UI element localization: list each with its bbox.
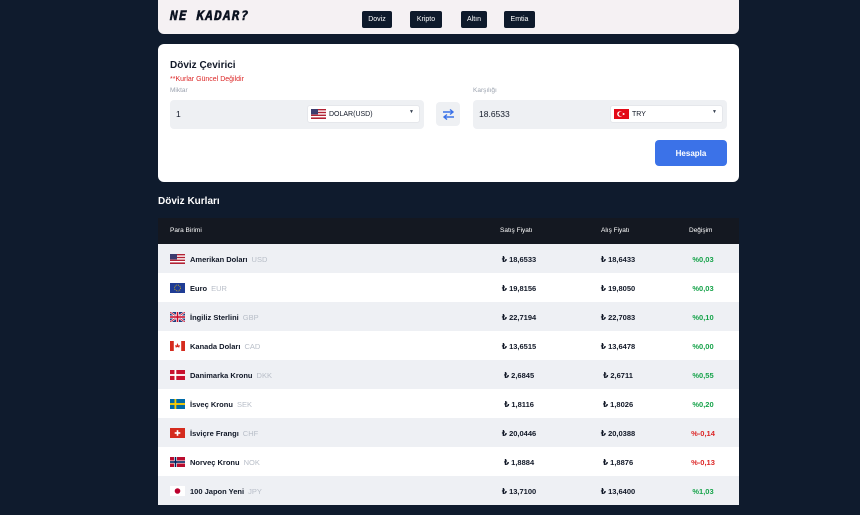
table-row[interactable]: Kanada Doları CAD ₺ 13,6515 ₺ 13,6478 %0,00 [158,331,739,360]
col-currency-header: Para Birimi [170,227,202,234]
currency-code: DKK [256,371,272,380]
from-currency-select[interactable]: DOLAR(USD) ▼ [307,105,420,123]
sell-price: ₺ 13,6515 [501,342,537,351]
currency-name: İngiliz Sterlini GBP [190,313,259,322]
sell-price: ₺ 22,7194 [501,313,537,322]
currency-name: İsveç Kronu SEK [190,400,252,409]
table-row[interactable]: Norveç Kronu NOK ₺ 1,8884 ₺ 1,8876 %-0,13 [158,447,739,476]
buy-price: ₺ 19,8050 [600,284,636,293]
change-percent: %0,03 [692,255,714,264]
chevron-down-icon: ▼ [409,109,414,115]
buy-price: ₺ 13,6478 [600,342,636,351]
change-percent: %0,00 [692,342,714,351]
result-field[interactable]: 18.6533 TRY ▼ [473,100,727,129]
nav-doviz-button[interactable]: Doviz [362,11,392,28]
amount-field[interactable]: 1 DOLAR(USD) ▼ [170,100,424,129]
rates-outdated-warning: **Kurlar Güncel Değildir [170,76,244,83]
col-change-header: Değişim [689,227,713,234]
jp-flag-icon [170,486,185,496]
currency-code: CHF [242,429,259,438]
top-navbar: NE KADAR? Doviz Kripto Altın Emtia [158,0,739,34]
nav-emtia-button[interactable]: Emtia [504,11,535,28]
buy-price: ₺ 20,0388 [600,429,636,438]
rates-table: Para Birimi Satış Fiyatı Alış Fiyatı Değ… [158,218,739,515]
buy-price: ₺ 13,6400 [600,487,636,496]
change-percent: %-0,14 [691,429,715,438]
currency-code: GBP [242,313,259,322]
eu-flag-icon [170,283,185,293]
calculate-button[interactable]: Hesapla [655,140,727,166]
currency-code: NOK [243,458,260,467]
currency-code: JPY [248,487,262,496]
currency-name: İsviçre Frangı CHF [190,429,259,438]
us-flag-icon [311,109,326,119]
sell-price: ₺ 1,8116 [504,400,534,409]
table-row[interactable]: İngiliz Sterlini GBP ₺ 22,7194 ₺ 22,7083 %0,… [158,302,739,331]
nav-altin-button[interactable]: Altın [461,11,487,28]
currency-name: Norveç Kronu NOK [190,458,260,467]
change-percent: %0,55 [692,371,714,380]
dk-flag-icon [170,370,185,380]
table-row[interactable]: Amerikan Doları USD ₺ 18,6533 ₺ 18,6433 %0,0… [158,244,739,273]
table-header: Para Birimi Satış Fiyatı Alış Fiyatı Değ… [158,218,739,244]
sell-price: ₺ 13,7100 [501,487,537,496]
amount-value[interactable]: 1 [176,109,181,119]
currency-name: Euro EUR [190,284,227,293]
currency-code: USD [251,255,268,264]
currency-name: 100 Japon Yeni JPY [190,487,262,496]
se-flag-icon [170,399,185,409]
uk-flag-icon [170,312,185,322]
chevron-down-icon: ▼ [712,109,717,115]
nav-kripto-button[interactable]: Kripto [410,11,442,28]
buy-price: ₺ 18,6433 [600,255,636,264]
buy-price: ₺ 1,8876 [602,458,634,467]
table-row[interactable]: Danimarka Kronu DKK ₺ 2,6845 ₺ 2,6711 %0,55 [158,360,739,389]
change-percent: %0,10 [692,313,714,322]
swap-currencies-button[interactable] [436,102,460,126]
ca-flag-icon [170,341,185,351]
table-row[interactable]: 100 Japon Yeni JPY ₺ 13,7100 ₺ 13,6400 %1,03 [158,476,739,505]
change-percent: %0,20 [692,400,714,409]
table-row[interactable]: İsviçre Frangı CHF ₺ 20,0446 ₺ 20,0388 %-0,1… [158,418,739,447]
col-sell-header: Satış Fiyatı [500,227,533,234]
amount-label: Miktar [170,87,188,94]
sell-price: ₺ 2,6845 [503,371,535,380]
result-value: 18.6533 [479,109,510,119]
to-currency-label: TRY [632,110,646,118]
converter-title: Döviz Çevirici [170,60,236,71]
currency-code: EUR [211,284,227,293]
currency-code: CAD [244,342,261,351]
change-percent: %0,03 [692,284,714,293]
buy-price: ₺ 2,6711 [603,371,633,380]
us-flag-icon [170,254,185,264]
swap-icon [442,108,454,120]
change-percent: %-0,13 [691,458,715,467]
col-buy-header: Alış Fiyatı [601,227,630,234]
sell-price: ₺ 20,0446 [501,429,537,438]
no-flag-icon [170,457,185,467]
table-row[interactable]: İsveç Kronu SEK ₺ 1,8116 ₺ 1,8026 %0,20 [158,389,739,418]
buy-price: ₺ 22,7083 [600,313,636,322]
site-logo[interactable]: NE KADAR? [170,9,249,24]
to-currency-select[interactable]: TRY ▼ [610,105,723,123]
result-label: Karşılığı [473,87,497,94]
sell-price: ₺ 18,6533 [501,255,537,264]
currency-name: Amerikan Doları USD [190,255,268,264]
ch-flag-icon [170,428,185,438]
currency-code: SEK [236,400,252,409]
from-currency-label: DOLAR(USD) [329,110,373,118]
change-percent: %1,03 [692,487,714,496]
rates-section-title: Döviz Kurları [158,196,220,207]
sell-price: ₺ 1,8884 [503,458,535,467]
currency-name: Danimarka Kronu DKK [190,371,272,380]
currency-name: Kanada Doları CAD [190,342,261,351]
sell-price: ₺ 19,8156 [501,284,537,293]
converter-card: Döviz Çevirici **Kurlar Güncel Değildir … [158,44,739,182]
table-row[interactable]: Euro EUR ₺ 19,8156 ₺ 19,8050 %0,03 [158,273,739,302]
buy-price: ₺ 1,8026 [602,400,634,409]
tr-flag-icon [614,109,629,119]
